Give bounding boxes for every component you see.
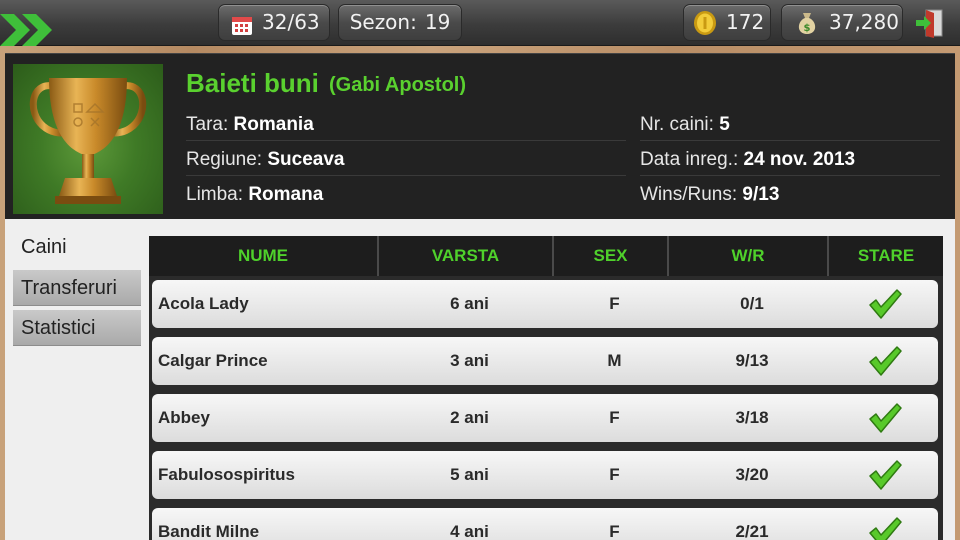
- info-value: Suceava: [267, 149, 345, 170]
- calendar-icon: [231, 12, 253, 35]
- info-row-language: Limba: Romana: [186, 179, 626, 211]
- round-progress-pill: 32/63: [218, 4, 330, 41]
- info-row-dog-count: Nr. caini: 5: [640, 109, 940, 141]
- dog-age: 4 ani: [450, 522, 489, 540]
- team-name: Baieti buni: [186, 68, 319, 98]
- info-value: 9/13: [742, 184, 780, 205]
- info-value: Romana: [248, 184, 324, 205]
- info-label: Wins/Runs:: [640, 184, 738, 205]
- info-row-wins-runs: Wins/Runs: 9/13: [640, 179, 940, 211]
- dog-age: 5 ani: [450, 465, 489, 484]
- money-value: 37,280: [829, 10, 899, 34]
- dog-name: Bandit Milne: [158, 522, 260, 540]
- checkmark-icon: [832, 280, 938, 328]
- column-header-name[interactable]: NUME: [149, 236, 379, 276]
- coins-pill[interactable]: 172: [683, 4, 771, 41]
- gold-trophy-icon: [13, 64, 163, 214]
- table-row[interactable]: Fabulosospiritus 5 ani F 3/20: [152, 451, 938, 499]
- dog-age: 3 ani: [450, 351, 489, 370]
- checkmark-icon: [832, 337, 938, 385]
- info-value: 24 nov. 2013: [743, 149, 856, 170]
- double-chevron-right-icon[interactable]: [0, 14, 58, 58]
- season-value: 19: [424, 10, 451, 34]
- dog-wins-runs: 0/1: [740, 294, 764, 313]
- dogs-table: NUME VARSTA SEX W/R STARE Acola Lady 6 a…: [149, 236, 943, 540]
- team-info-panel: Baieti buni (Gabi Apostol) Tara: Romania…: [5, 53, 955, 219]
- info-label: Data inreg.:: [640, 149, 739, 170]
- table-row[interactable]: Abbey 2 ani F 3/18: [152, 394, 938, 442]
- tab-statistics[interactable]: Statistici: [13, 310, 141, 346]
- tab-transfers[interactable]: Transferuri: [13, 270, 141, 306]
- table-row[interactable]: Acola Lady 6 ani F 0/1: [152, 280, 938, 328]
- info-label: Limba:: [186, 184, 244, 205]
- dog-wins-runs: 3/18: [735, 408, 769, 427]
- main-content: Caini Transferuri Statistici NUME VARSTA…: [5, 219, 955, 540]
- exit-door-icon[interactable]: [912, 8, 946, 38]
- dog-wins-runs: 9/13: [735, 351, 769, 370]
- table-header: NUME VARSTA SEX W/R STARE: [149, 236, 943, 276]
- column-header-sex[interactable]: SEX: [554, 236, 669, 276]
- info-label: Regiune:: [186, 149, 263, 170]
- dog-age: 2 ani: [450, 408, 489, 427]
- dog-sex: F: [609, 522, 620, 540]
- info-row-country: Tara: Romania: [186, 109, 626, 141]
- top-bar: 32/63 Sezon: 19 172 $ 37,280: [0, 0, 960, 46]
- dog-name: Calgar Prince: [158, 351, 268, 370]
- dog-wins-runs: 2/21: [735, 522, 769, 540]
- info-label: Tara:: [186, 114, 229, 135]
- season-pill: Sezon: 19: [338, 4, 462, 41]
- round-progress: 32/63: [262, 10, 320, 34]
- checkmark-icon: [832, 451, 938, 499]
- checkmark-icon: [832, 394, 938, 442]
- dog-wins-runs: 3/20: [735, 465, 769, 484]
- column-header-status[interactable]: STARE: [829, 236, 943, 276]
- dog-sex: M: [607, 351, 622, 370]
- money-pill[interactable]: $ 37,280: [781, 4, 903, 41]
- info-row-registration-date: Data inreg.: 24 nov. 2013: [640, 144, 940, 176]
- season-label: Sezon:: [349, 10, 417, 34]
- column-header-wr[interactable]: W/R: [669, 236, 829, 276]
- money-bag-icon: $: [795, 10, 819, 36]
- dog-name: Fabulosospiritus: [158, 465, 295, 484]
- gold-coin-icon: [693, 10, 717, 36]
- checkmark-icon: [832, 508, 938, 540]
- owner-name: (Gabi Apostol): [329, 74, 467, 96]
- table-row[interactable]: Bandit Milne 4 ani F 2/21: [152, 508, 938, 540]
- info-label: Nr. caini:: [640, 114, 714, 135]
- coins-value: 172: [726, 10, 765, 34]
- dog-name: Abbey: [158, 408, 210, 427]
- table-row[interactable]: Calgar Prince 3 ani M 9/13: [152, 337, 938, 385]
- dog-age: 6 ani: [450, 294, 489, 313]
- column-header-age[interactable]: VARSTA: [379, 236, 554, 276]
- info-value: Romania: [233, 114, 314, 135]
- dog-sex: F: [609, 408, 620, 427]
- dog-name: Acola Lady: [158, 294, 249, 313]
- dog-sex: F: [609, 465, 620, 484]
- info-value: 5: [719, 114, 730, 135]
- dog-sex: F: [609, 294, 620, 313]
- svg-text:$: $: [804, 23, 811, 34]
- tab-dogs[interactable]: Caini: [13, 229, 141, 265]
- info-row-region: Regiune: Suceava: [186, 144, 626, 176]
